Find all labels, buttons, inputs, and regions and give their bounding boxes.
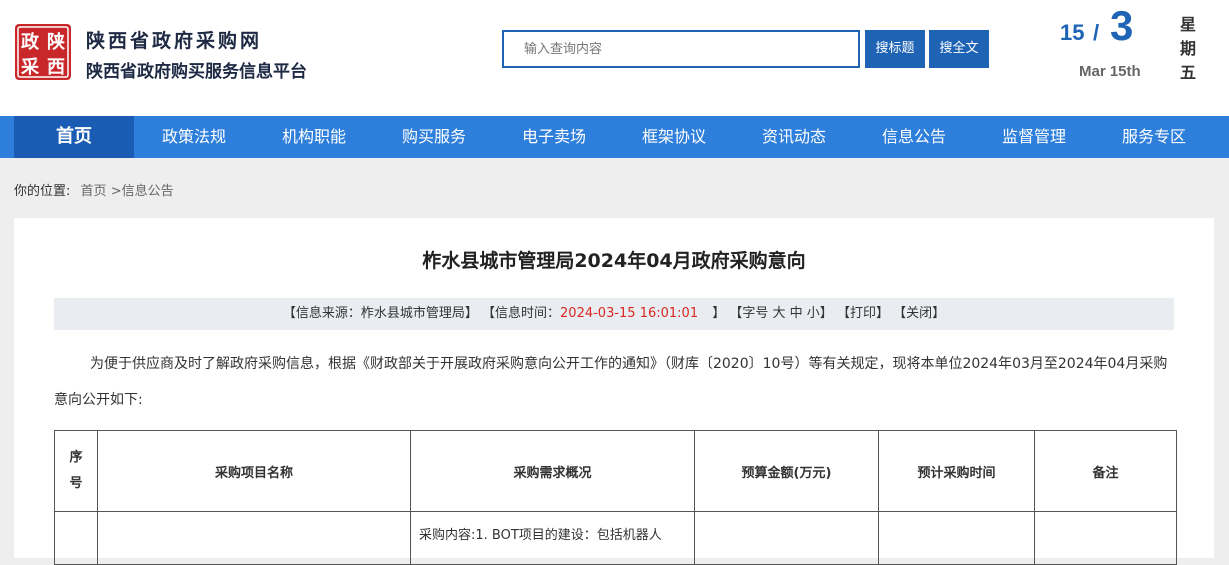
search-full-button[interactable]: 搜全文 (929, 30, 989, 68)
site-subtitle: 陕西省政府购买服务信息平台 (86, 62, 307, 82)
table-cell: 采购内容:1. BOT项目的建设：包括机器人 (410, 511, 695, 565)
date-english: Mar 15th (1079, 63, 1141, 80)
weekday-char: 五 (1179, 63, 1196, 82)
site-header: 政 陕 采 西 陕西省政府采购网 陕西省政府购买服务信息平台 搜标题 搜全文 1… (0, 0, 1229, 116)
nav-item-services[interactable]: 服务专区 (1094, 116, 1214, 158)
print-link[interactable]: 【打印】 (837, 306, 889, 321)
date-day: 15 (1060, 20, 1085, 45)
col-header-index: 序号 (54, 430, 98, 512)
logo-seal-icon: 政 陕 采 西 (15, 24, 71, 80)
col-header-remarks: 备注 (1034, 430, 1177, 512)
meta-source: 【信息来源：柞水县城市管理局】 (282, 306, 478, 321)
nav-item-e-mall[interactable]: 电子卖场 (494, 116, 614, 158)
table-cell (694, 511, 879, 565)
weekday-char: 星 (1179, 15, 1196, 34)
meta-time-close: 】 (712, 306, 726, 321)
site-logo[interactable]: 政 陕 采 西 (14, 23, 72, 81)
close-link[interactable]: 【关闭】 (893, 306, 945, 321)
meta-time-label: 【信息时间： (482, 306, 561, 321)
table-cell (878, 511, 1035, 565)
col-header-requirements: 采购需求概况 (410, 430, 695, 512)
date-month: 3 (1110, 2, 1134, 49)
col-header-time: 预计采购时间 (878, 430, 1035, 512)
table-row: 采购内容:1. BOT项目的建设：包括机器人 (54, 511, 1177, 565)
breadcrumb-current-link[interactable]: >信息公告 (111, 184, 174, 199)
nav-item-news[interactable]: 资讯动态 (734, 116, 854, 158)
weekday: 星 期 五 (1179, 13, 1197, 85)
table-cell (54, 511, 98, 565)
col-header-budget: 预算金额(万元) (694, 430, 879, 512)
article-panel: 柞水县城市管理局2024年04月政府采购意向 【信息来源：柞水县城市管理局】 【… (14, 218, 1214, 565)
article-intro: 为便于供应商及时了解政府采购信息，根据《财政部关于开展政府采购意向公开工作的通知… (54, 356, 1168, 408)
nav-item-policy[interactable]: 政策法规 (134, 116, 254, 158)
svg-text:西: 西 (47, 57, 65, 78)
font-size-control[interactable]: 【字号 大 中 小】 (729, 306, 832, 321)
date-slash: / (1093, 20, 1100, 45)
main-nav: 首页 政策法规 机构职能 购买服务 电子卖场 框架协议 资讯动态 信息公告 监督… (0, 116, 1229, 158)
svg-text:政: 政 (21, 31, 40, 53)
table-header-row: 序号 采购项目名称 采购需求概况 预算金额(万元) 预计采购时间 备注 (54, 430, 1177, 512)
site-title: 陕西省政府采购网 (86, 30, 263, 52)
nav-item-framework[interactable]: 框架协议 (614, 116, 734, 158)
table-cell (1034, 511, 1177, 565)
weekday-char: 期 (1179, 39, 1196, 58)
procurement-table: 序号 采购项目名称 采购需求概况 预算金额(万元) 预计采购时间 备注 采购内容… (54, 430, 1177, 565)
nav-item-organization[interactable]: 机构职能 (254, 116, 374, 158)
svg-text:采: 采 (20, 57, 40, 78)
nav-item-announcements[interactable]: 信息公告 (854, 116, 974, 158)
nav-item-purchase-service[interactable]: 购买服务 (374, 116, 494, 158)
article-title: 柞水县城市管理局2024年04月政府采购意向 (422, 250, 806, 272)
nav-item-supervision[interactable]: 监督管理 (974, 116, 1094, 158)
table-cell (97, 511, 411, 565)
nav-item-home[interactable]: 首页 (14, 116, 134, 158)
breadcrumb-label: 你的位置: (14, 184, 71, 199)
breadcrumb-home-link[interactable]: 首页 (81, 184, 107, 199)
search-box (502, 30, 860, 68)
breadcrumb: 你的位置: 首页 >信息公告 (14, 180, 174, 199)
meta-time-value: 2024-03-15 16:01:01 (560, 306, 699, 321)
col-header-project-name: 采购项目名称 (97, 430, 411, 512)
svg-text:陕: 陕 (47, 31, 65, 53)
article-meta-bar: 【信息来源：柞水县城市管理局】 【信息时间：2024-03-15 16:01:0… (54, 298, 1174, 330)
col-header-index-label: 序号 (69, 450, 83, 491)
search-title-button[interactable]: 搜标题 (865, 30, 925, 68)
search-input[interactable] (504, 32, 858, 66)
